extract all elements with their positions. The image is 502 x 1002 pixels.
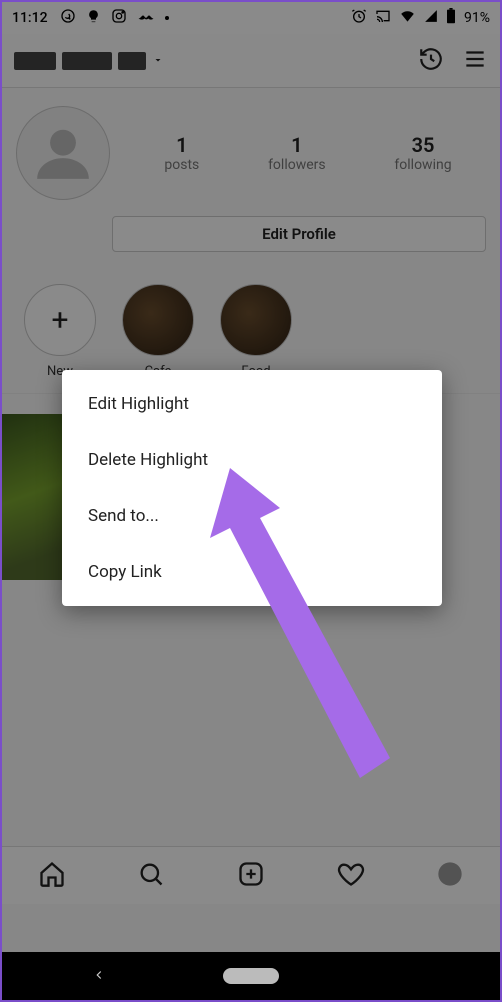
menu-label: Send to... bbox=[88, 506, 159, 526]
menu-label: Delete Highlight bbox=[88, 450, 208, 470]
android-nav-bar bbox=[2, 952, 500, 1000]
home-pill[interactable] bbox=[223, 968, 279, 984]
menu-send-to[interactable]: Send to... bbox=[62, 488, 442, 544]
menu-edit-highlight[interactable]: Edit Highlight bbox=[62, 376, 442, 432]
menu-label: Edit Highlight bbox=[88, 394, 189, 414]
highlight-options-dialog: Edit Highlight Delete Highlight Send to.… bbox=[62, 370, 442, 606]
back-icon[interactable] bbox=[92, 967, 106, 986]
menu-delete-highlight[interactable]: Delete Highlight bbox=[62, 432, 442, 488]
menu-copy-link[interactable]: Copy Link bbox=[62, 544, 442, 600]
menu-label: Copy Link bbox=[88, 562, 162, 582]
